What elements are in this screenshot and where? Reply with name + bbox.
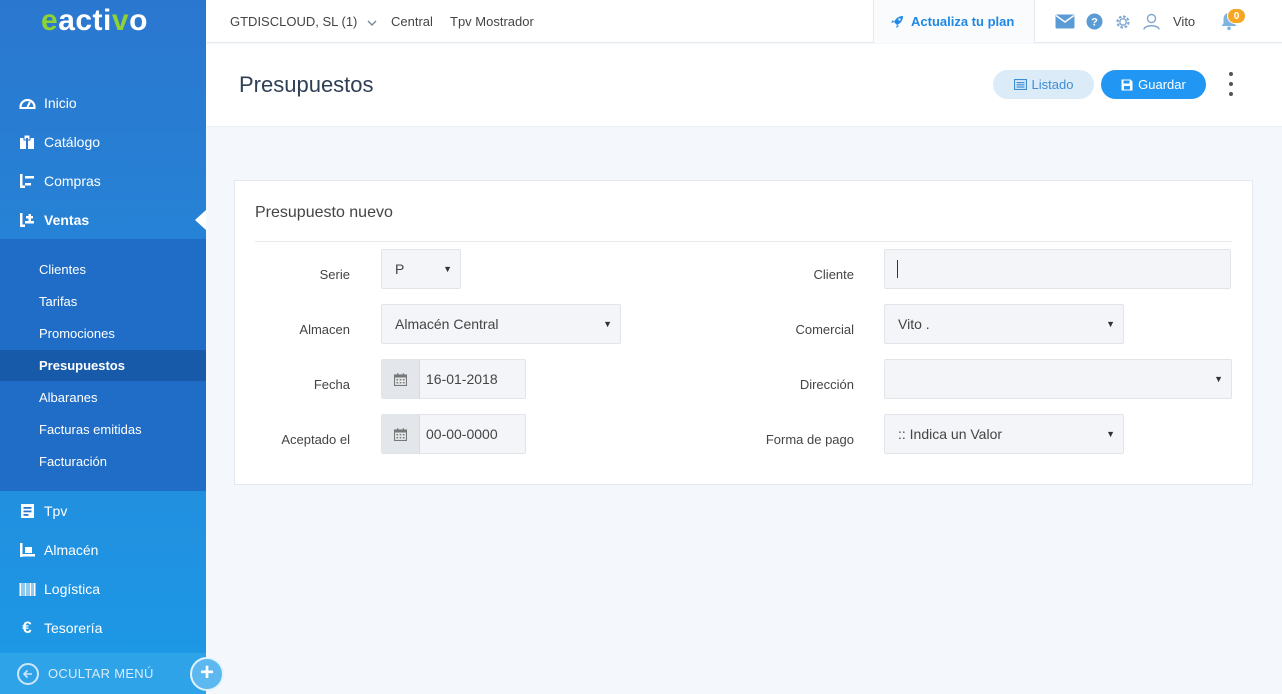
budget-form-card: Presupuesto nuevo Serie P ▼ Almacen Alma…	[234, 180, 1253, 485]
aceptado-label: Aceptado el	[281, 432, 350, 447]
submenu-item-tarifas[interactable]: Tarifas	[0, 286, 206, 317]
link-central[interactable]: Central	[391, 14, 433, 29]
barcode-icon	[18, 580, 36, 598]
top-bar: GTDISCLOUD, SL (1) Central Tpv Mostrador…	[206, 0, 1282, 43]
sidebar-item-tpv[interactable]: Tpv	[0, 493, 206, 529]
caret-down-icon: ▼	[443, 264, 452, 274]
serie-label: Serie	[319, 267, 350, 282]
chevron-down-icon	[367, 14, 377, 29]
more-options-icon[interactable]	[1226, 72, 1236, 96]
caret-down-icon: ▼	[603, 319, 612, 329]
form-title: Presupuesto nuevo	[255, 204, 393, 221]
sidebar-item-catalogo[interactable]: Catálogo	[0, 124, 206, 160]
sales-submenu: Clientes Tarifas Promociones Presupuesto…	[0, 239, 206, 491]
svg-text:?: ?	[1091, 17, 1098, 29]
cliente-input[interactable]	[884, 249, 1231, 289]
serie-select[interactable]: P ▼	[381, 249, 461, 289]
euro-icon: €	[22, 618, 32, 637]
comercial-select[interactable]: Vito . ▼	[884, 304, 1124, 344]
caret-down-icon: ▼	[1106, 429, 1115, 439]
almacen-label: Almacen	[299, 322, 350, 337]
sidebar-item-tesoreria[interactable]: € Tesorería	[0, 610, 206, 646]
direccion-select[interactable]: ▼	[884, 359, 1232, 399]
fecha-date-input[interactable]: 16-01-2018	[381, 359, 526, 399]
save-icon	[1121, 79, 1138, 91]
aceptado-date-input[interactable]: 00-00-0000	[381, 414, 526, 454]
sidebar-item-almacen[interactable]: Almacén	[0, 532, 206, 568]
save-button[interactable]: Guardar	[1101, 70, 1206, 99]
company-selector[interactable]: GTDISCLOUD, SL (1)	[230, 14, 377, 29]
mail-icon[interactable]	[1055, 14, 1075, 29]
sidebar: eactivo Inicio Catálogo Compras Ventas C…	[0, 0, 206, 694]
sidebar-item-logistica[interactable]: Logística	[0, 571, 206, 607]
caret-down-icon: ▼	[1214, 374, 1223, 384]
user-name[interactable]: Vito	[1173, 14, 1195, 29]
submenu-item-promociones[interactable]: Promociones	[0, 318, 206, 349]
sidebar-item-inicio[interactable]: Inicio	[0, 85, 206, 121]
notification-badge: 0	[1227, 8, 1246, 24]
text-cursor	[897, 260, 898, 278]
listado-button[interactable]: Listado	[993, 70, 1094, 99]
page-title: Presupuestos	[239, 72, 374, 97]
receipt-icon	[18, 502, 36, 520]
sales-icon	[18, 211, 36, 229]
comercial-label: Comercial	[795, 322, 854, 337]
help-icon[interactable]: ?	[1086, 13, 1103, 30]
calendar-icon[interactable]	[382, 415, 420, 453]
calendar-icon[interactable]	[382, 360, 420, 398]
direccion-label: Dirección	[799, 377, 854, 392]
fecha-label: Fecha	[313, 377, 350, 392]
link-tpv-mostrador[interactable]: Tpv Mostrador	[450, 14, 534, 29]
app-logo[interactable]: eactivo	[41, 4, 148, 38]
almacen-select[interactable]: Almacén Central ▼	[381, 304, 621, 344]
quick-add-button[interactable]: +	[190, 657, 224, 691]
warehouse-icon	[18, 541, 36, 559]
caret-down-icon: ▼	[1106, 319, 1115, 329]
plus-icon: +	[199, 659, 214, 686]
divider	[255, 241, 1232, 242]
hide-menu-button[interactable]: OCULTAR MENÚ	[0, 653, 206, 694]
arrow-left-icon	[17, 662, 39, 685]
cliente-label: Cliente	[813, 267, 854, 282]
list-icon	[1013, 79, 1032, 90]
sidebar-item-compras[interactable]: Compras	[0, 163, 206, 199]
purchases-icon	[18, 172, 36, 190]
dashboard-icon	[18, 94, 36, 112]
gear-icon[interactable]	[1114, 13, 1132, 31]
submenu-item-albaranes[interactable]: Albaranes	[0, 382, 206, 413]
top-icons: ?	[1055, 0, 1171, 43]
rocket-icon	[890, 15, 911, 29]
page-header: Presupuestos Listado Guardar	[206, 44, 1282, 127]
forma-pago-label: Forma de pago	[765, 432, 854, 447]
forma-pago-select[interactable]: :: Indica un Valor ▼	[884, 414, 1124, 454]
submenu-item-facturacion[interactable]: Facturación	[0, 446, 206, 477]
sidebar-item-ventas[interactable]: Ventas	[0, 202, 206, 238]
submenu-item-facturas-emitidas[interactable]: Facturas emitidas	[0, 414, 206, 445]
submenu-item-presupuestos[interactable]: Presupuestos	[0, 350, 206, 381]
submenu-item-clientes[interactable]: Clientes	[0, 254, 206, 285]
catalog-icon	[18, 133, 36, 151]
user-icon[interactable]	[1143, 13, 1160, 30]
upgrade-plan-button[interactable]: Actualiza tu plan	[873, 0, 1035, 43]
